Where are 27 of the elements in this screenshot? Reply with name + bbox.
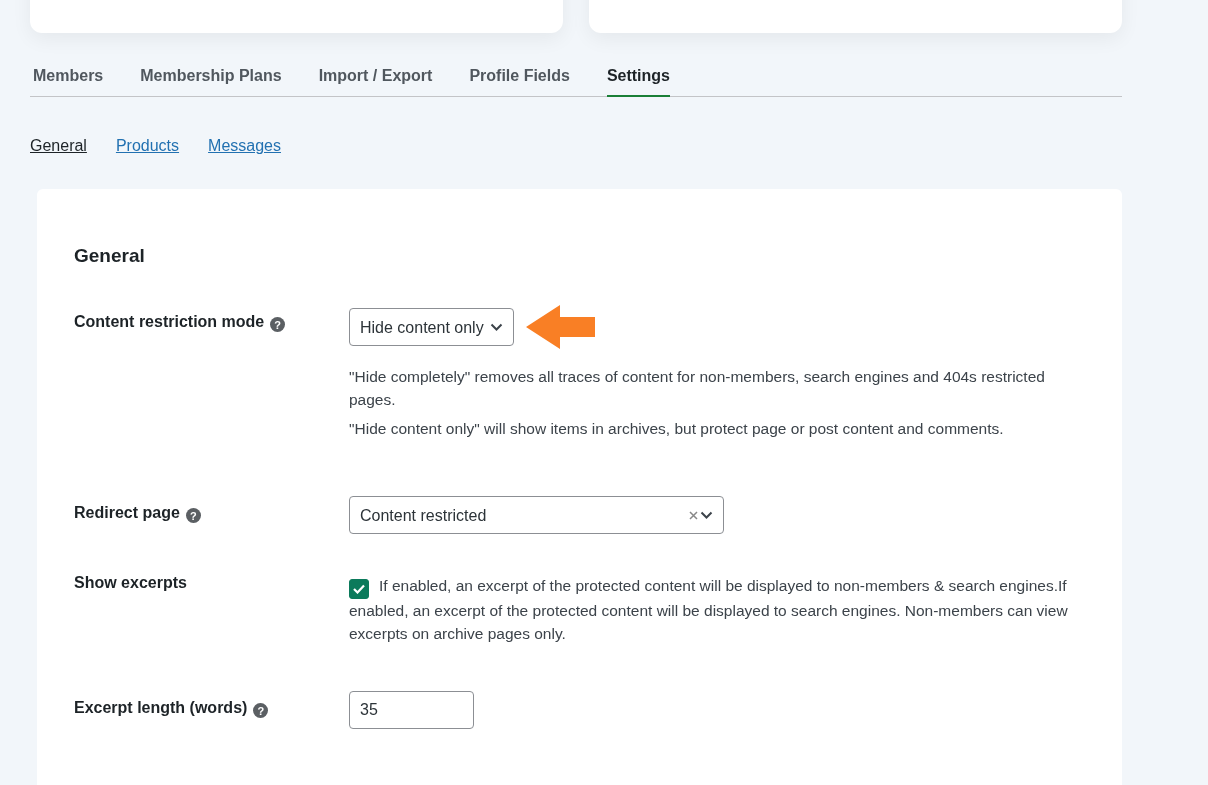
help-icon[interactable]: ? (253, 703, 269, 718)
subnav-link[interactable]: General (30, 137, 87, 155)
chevron-down-icon (489, 322, 503, 332)
description-text: "Hide completely" removes all traces of content for non-members, search engines and 404s restricted pages. (349, 367, 1046, 410)
checkmark-icon (353, 584, 365, 594)
setting-label: Content restriction mode (74, 313, 265, 331)
setting-label: Excerpt length (words) (74, 699, 248, 717)
tab[interactable]: Members (33, 67, 104, 97)
setting-label: Redirect page (74, 504, 180, 522)
tab[interactable]: Settings (606, 67, 670, 97)
help-icon[interactable]: ? (185, 508, 201, 523)
chevron-down-icon (700, 510, 713, 520)
subnav-link[interactable]: Messages (208, 137, 281, 155)
tab[interactable]: Import / Export (318, 67, 433, 97)
tab[interactable]: Membership Plans (140, 67, 282, 97)
dropdown[interactable]: Content restricted (349, 496, 724, 534)
dropdown[interactable]: Hide content only (349, 308, 514, 346)
description-text: "Hide content only" will show items in archives, but protect page or post content and comments. (349, 419, 1005, 439)
help-icon[interactable]: ? (270, 317, 286, 332)
description-text: If enabled, an excerpt of the protected content will be displayed to non-members & search engines.If enabled, an excerpt of the protected content will be displayed to search engines. Non-members can view excerpts on archive pages only. (349, 576, 1069, 644)
setting-label: Show excerpts (74, 574, 187, 592)
checkbox[interactable] (349, 579, 369, 599)
tab[interactable]: Profile Fields (469, 67, 570, 97)
number-input[interactable]: 35 (349, 691, 474, 729)
clear-icon[interactable] (689, 510, 698, 520)
section-title: General (74, 245, 146, 267)
subnav-link[interactable]: Products (115, 137, 180, 155)
